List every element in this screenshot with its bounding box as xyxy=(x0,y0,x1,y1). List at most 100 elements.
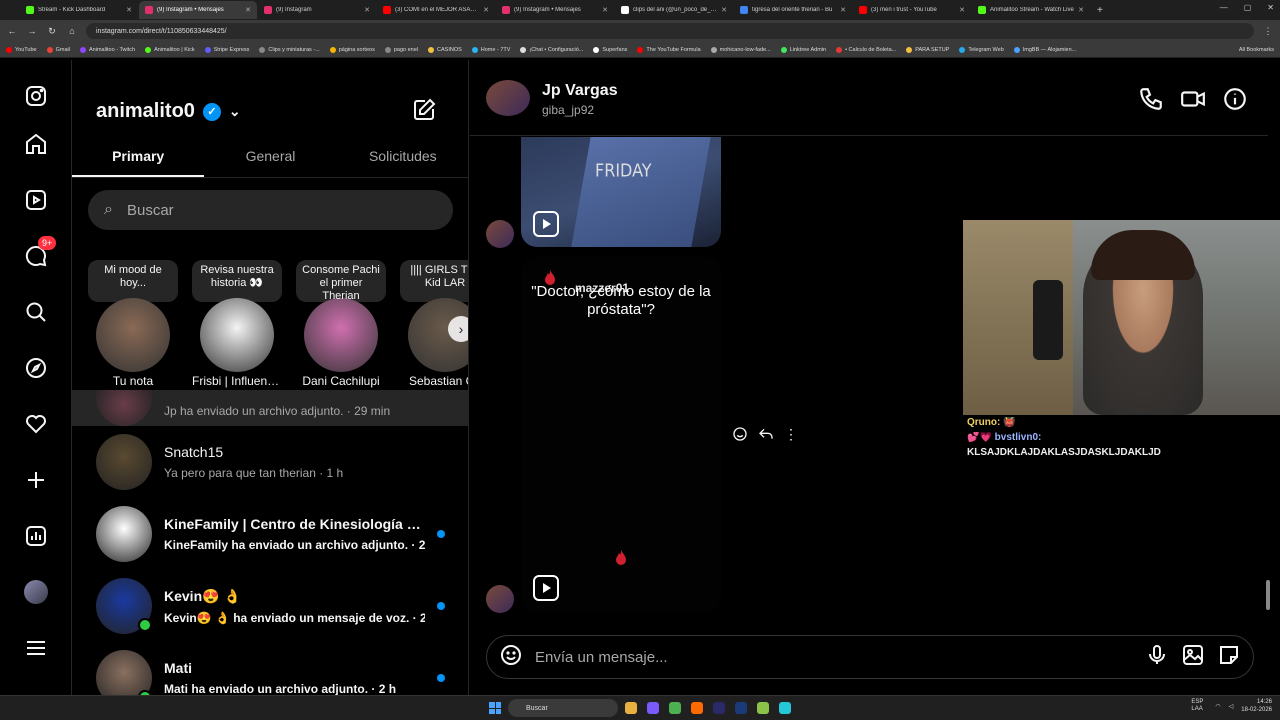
phone-call-icon[interactable] xyxy=(1138,86,1164,117)
extensions-icon[interactable]: ⋮ xyxy=(1262,26,1274,37)
reply-icon[interactable] xyxy=(758,426,774,447)
sticker-icon[interactable] xyxy=(1217,643,1241,672)
react-emoji-icon[interactable] xyxy=(732,426,748,447)
bookmark-item[interactable]: Stripe Express xyxy=(204,46,249,53)
wifi-icon[interactable]: ◠ xyxy=(1215,703,1220,710)
bookmark-item[interactable]: PARA SETUP xyxy=(906,46,949,53)
note-item[interactable]: Mi mood de hoy... Tu nota xyxy=(88,260,178,388)
tab-close-icon[interactable]: ✕ xyxy=(245,6,251,14)
browser-tab[interactable]: (9) Instagram • Mensajes ✕ xyxy=(496,1,614,19)
tab-close-icon[interactable]: ✕ xyxy=(840,6,846,14)
bookmark-item[interactable]: pago enel xyxy=(384,46,418,53)
reels-icon[interactable] xyxy=(24,188,48,212)
home-icon[interactable] xyxy=(24,132,48,156)
search-icon[interactable] xyxy=(24,300,48,324)
bookmark-item[interactable]: Home - 7TV xyxy=(471,46,510,53)
bookmark-item[interactable]: CASINOS xyxy=(428,46,462,53)
bookmark-item[interactable]: Superfans xyxy=(593,46,627,53)
browser-tab[interactable]: tigresa del oriente therian - Bu ✕ xyxy=(734,1,852,19)
tab-general[interactable]: General xyxy=(204,144,336,177)
url-field[interactable]: instagram.com/direct/t/110850633448425/ xyxy=(86,23,1254,39)
notifications-icon[interactable] xyxy=(24,412,48,436)
browser-tab[interactable]: (9) Instagram • Mensajes ✕ xyxy=(139,1,257,19)
app-icon[interactable] xyxy=(779,702,791,714)
tab-primary[interactable]: Primary xyxy=(72,144,205,177)
back-icon[interactable]: ← xyxy=(6,26,18,36)
close-window-icon[interactable]: ✕ xyxy=(1267,3,1274,12)
emoji-icon[interactable] xyxy=(499,643,523,672)
more-options-icon[interactable]: ⋮ xyxy=(784,426,798,447)
microphone-icon[interactable] xyxy=(1145,643,1169,672)
bookmark-item[interactable]: Animalitoo - Twitch xyxy=(80,46,135,53)
conversation-item[interactable]: KineFamily | Centro de Kinesiología en .… xyxy=(72,498,468,570)
browser-tab[interactable]: (3) men i trust - YouTube ✕ xyxy=(853,1,971,19)
windows-start-icon[interactable] xyxy=(489,702,501,714)
bookmark-item[interactable]: YouTube xyxy=(6,46,37,53)
profile-icon[interactable] xyxy=(24,580,48,604)
clock[interactable]: 14:26 18-02-2026 xyxy=(1241,698,1272,714)
bookmark-item[interactable]: • Calculo de Boleta... xyxy=(836,46,896,53)
instagram-logo-icon[interactable] xyxy=(24,84,48,108)
video-call-icon[interactable] xyxy=(1180,86,1206,117)
bookmark-item[interactable]: ¡Chat • Configuració... xyxy=(520,46,583,53)
file-explorer-icon[interactable] xyxy=(625,702,637,714)
message-input[interactable] xyxy=(535,648,1133,666)
discord-icon[interactable] xyxy=(647,702,659,714)
browser-tab[interactable]: Animalitoo Stream - Watch Live ✕ xyxy=(972,1,1090,19)
photoshop-icon[interactable] xyxy=(735,702,747,714)
contact-avatar[interactable] xyxy=(486,80,530,116)
bookmark-item[interactable]: The YouTube Formula xyxy=(637,46,701,53)
home-browser-icon[interactable]: ⌂ xyxy=(66,26,78,36)
account-switcher[interactable]: animalito0 ✓ ⌄ xyxy=(96,100,241,123)
bookmark-item[interactable]: Gmail xyxy=(46,46,70,53)
browser-tab[interactable]: clips del ani (@un_poco_de_an ✕ xyxy=(615,1,733,19)
tab-close-icon[interactable]: ✕ xyxy=(721,6,727,14)
taskbar-search[interactable]: Buscar xyxy=(508,699,618,717)
messages-icon[interactable]: 9+ xyxy=(24,236,57,268)
premiere-icon[interactable] xyxy=(713,702,725,714)
info-icon[interactable] xyxy=(1222,86,1248,117)
tab-close-icon[interactable]: ✕ xyxy=(364,6,370,14)
browser-tab[interactable]: Stream - Kick Dashboard ✕ xyxy=(20,1,138,19)
bookmark-item[interactable]: ImgBB — Alojamien... xyxy=(1013,46,1076,53)
tab-close-icon[interactable]: ✕ xyxy=(602,6,608,14)
browser-tab[interactable]: (3) COMÍ en el MEJOR ASADOR ✕ xyxy=(377,1,495,19)
explore-icon[interactable] xyxy=(24,356,48,380)
app-icon[interactable] xyxy=(757,702,769,714)
obs-icon[interactable] xyxy=(691,702,703,714)
tab-close-icon[interactable]: ✕ xyxy=(126,6,132,14)
minimize-icon[interactable]: — xyxy=(1220,3,1228,12)
browser-tab[interactable]: (9) Instagram ✕ xyxy=(258,1,376,19)
shared-reel-1[interactable]: FRIDAY xyxy=(521,137,721,247)
conversation-item[interactable]: Mati Mati ha enviado un archivo adjunto. … xyxy=(72,642,468,695)
volume-icon[interactable]: ◁ xyxy=(1229,703,1234,710)
note-item[interactable]: Consome Pachi el primer Therian Dani Cach… xyxy=(296,260,386,388)
conversation-item[interactable]: Jp VargasJp ha enviado un archivo adjunt… xyxy=(72,390,468,426)
conversation-item[interactable]: Kevin😍 👌 Kevin😍 👌 ha enviado un mensaje d… xyxy=(72,570,468,642)
conversation-item[interactable]: Snatch15 Ya pero para que tan therian · 1… xyxy=(72,426,468,498)
reload-icon[interactable]: ↻ xyxy=(46,26,58,37)
forward-icon[interactable]: → xyxy=(26,26,38,36)
note-item[interactable]: Revisa nuestra historia 👀 Frisbi | Influe… xyxy=(192,260,282,388)
bookmark-item[interactable]: página sorteos xyxy=(329,46,375,53)
tab-close-icon[interactable]: ✕ xyxy=(483,6,489,14)
all-bookmarks[interactable]: All Bookmarks xyxy=(1239,47,1274,53)
bookmark-item[interactable]: Linktree Admin xyxy=(780,46,826,53)
contact-name[interactable]: Jp Vargas xyxy=(542,82,618,100)
maximize-icon[interactable]: ▢ xyxy=(1244,3,1252,12)
shared-reel-2[interactable]: mazzer01 "Doctor, ¿cómo estoy de la prós… xyxy=(521,257,721,612)
bookmark-item[interactable]: Clips y miniaturas -... xyxy=(259,46,320,53)
tab-close-icon[interactable]: ✕ xyxy=(1078,6,1084,14)
image-icon[interactable] xyxy=(1181,643,1205,672)
create-icon[interactable] xyxy=(24,468,48,492)
bookmark-item[interactable]: Telegram Web xyxy=(959,46,1004,53)
search-input[interactable]: ⌕ Buscar xyxy=(88,190,453,230)
more-icon[interactable] xyxy=(24,636,48,660)
bookmark-item[interactable]: mohicano-low-fade... xyxy=(710,46,771,53)
dashboard-icon[interactable] xyxy=(24,524,48,548)
new-message-icon[interactable] xyxy=(412,98,436,127)
chrome-icon[interactable] xyxy=(669,702,681,714)
language-indicator[interactable]: ESP LAA xyxy=(1191,699,1207,713)
new-tab-icon[interactable]: + xyxy=(1097,5,1103,16)
tab-close-icon[interactable]: ✕ xyxy=(959,6,965,14)
